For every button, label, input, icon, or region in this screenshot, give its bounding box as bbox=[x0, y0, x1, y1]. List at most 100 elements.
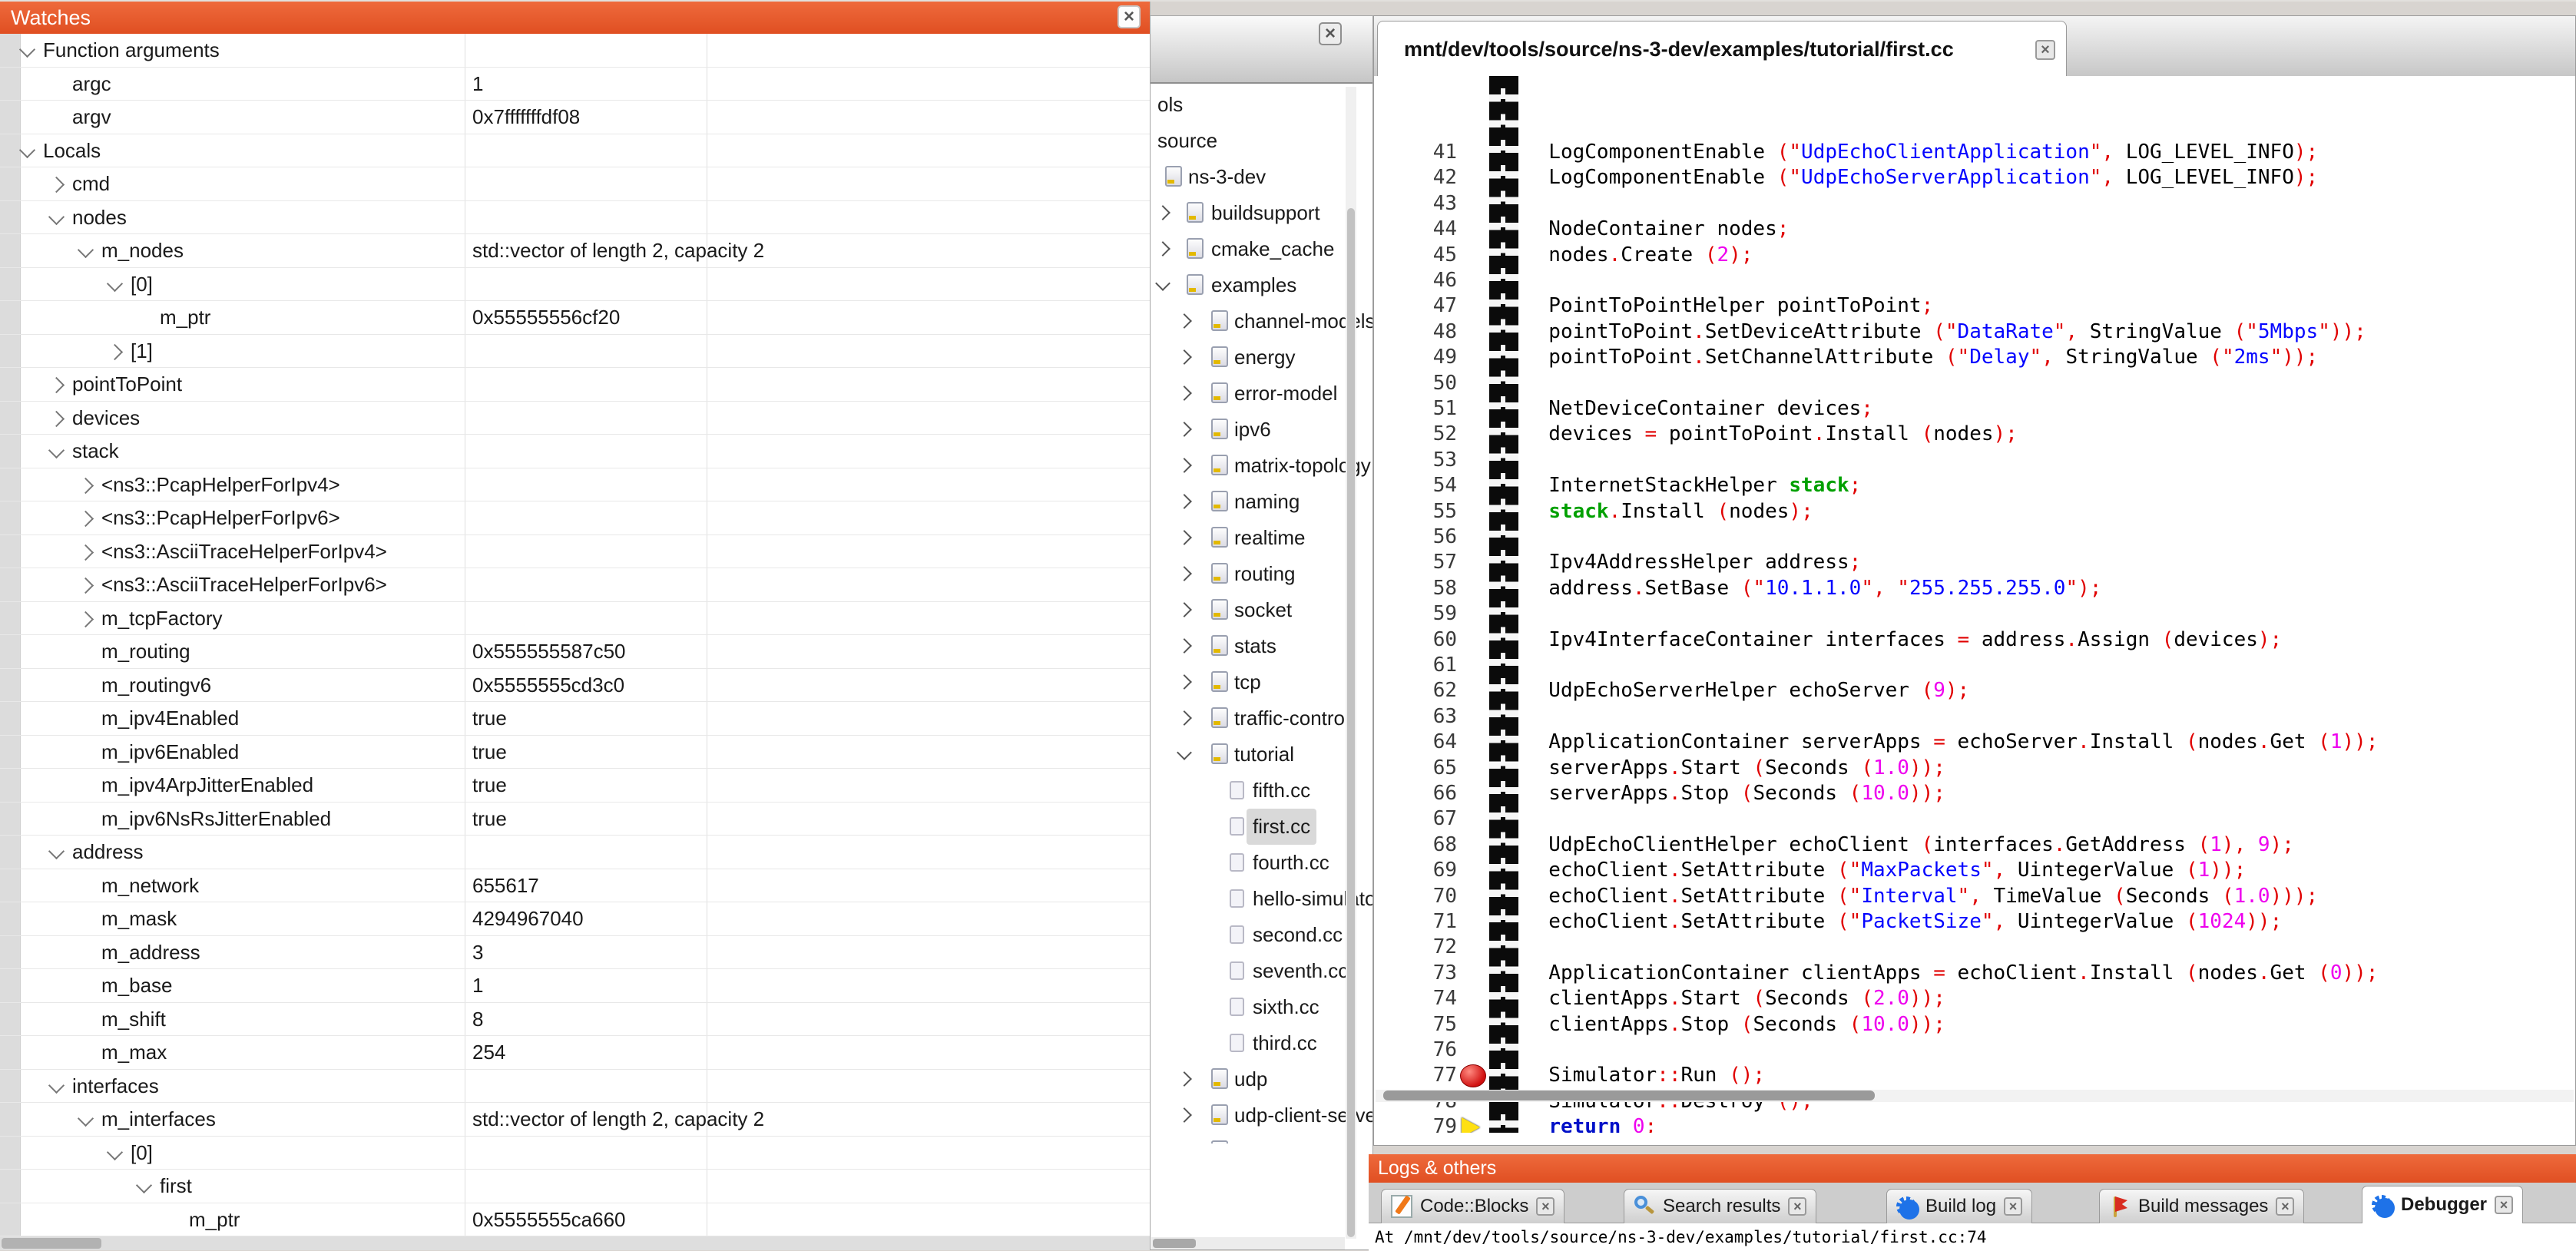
watch-row[interactable]: m_ptr0x55555556cf20 bbox=[0, 301, 1150, 335]
chevron-right-icon[interactable] bbox=[48, 177, 65, 193]
tree-item-sixth-cc[interactable]: sixth.cc bbox=[1151, 989, 1372, 1025]
code-line[interactable]: return 0; bbox=[1525, 1114, 1657, 1133]
tree-item-naming[interactable]: naming bbox=[1151, 484, 1372, 520]
watch-row[interactable]: m_ipv6NsRsJitterEnabledtrue bbox=[0, 803, 1150, 836]
chevron-right-icon[interactable] bbox=[107, 343, 123, 359]
chevron-right-icon[interactable] bbox=[1155, 205, 1170, 220]
chevron-down-icon[interactable] bbox=[1155, 276, 1170, 291]
tree-item-udp[interactable]: udp bbox=[1151, 1061, 1372, 1097]
editor-tab-first-cc[interactable]: mnt/dev/tools/source/ns-3-dev/examples/t… bbox=[1377, 21, 2067, 77]
chevron-down-icon[interactable] bbox=[78, 1110, 94, 1127]
watch-row[interactable]: devices bbox=[0, 402, 1150, 435]
watch-row[interactable]: stack bbox=[0, 435, 1150, 468]
code-line[interactable]: UdpEchoServerHelper echoServer (9); bbox=[1525, 678, 1969, 703]
tree-item-seventh-cc[interactable]: seventh.cc bbox=[1151, 953, 1372, 989]
tree-item-ols[interactable]: ols bbox=[1151, 87, 1372, 123]
tree-item-cmake-cache[interactable]: cmake_cache bbox=[1151, 231, 1372, 267]
watch-row[interactable]: m_ipv6Enabledtrue bbox=[0, 736, 1150, 769]
logs-tab-code-blocks[interactable]: Code::Blocks× bbox=[1381, 1189, 1564, 1223]
scrollbar-thumb[interactable] bbox=[1383, 1090, 1875, 1100]
chevron-right-icon[interactable] bbox=[1177, 710, 1192, 726]
breakpoint-icon[interactable] bbox=[1460, 1064, 1486, 1087]
watch-row[interactable]: m_nodesstd::vector of length 2, capacity… bbox=[0, 234, 1150, 268]
code-line[interactable]: clientApps.Start (Seconds (2.0)); bbox=[1525, 986, 1945, 1011]
logs-tab-build-messages[interactable]: Build messages× bbox=[2099, 1189, 2304, 1223]
code-line[interactable]: InternetStackHelper stack; bbox=[1525, 473, 1861, 498]
close-icon[interactable]: × bbox=[1536, 1197, 1555, 1216]
code-line[interactable]: serverApps.Stop (Seconds (10.0)); bbox=[1525, 781, 1945, 806]
code-line[interactable]: echoClient.SetAttribute ("PacketSize", U… bbox=[1525, 909, 2282, 935]
watch-row[interactable]: nodes bbox=[0, 201, 1150, 235]
code-line[interactable]: stack.Install (nodes); bbox=[1525, 499, 1813, 525]
watch-row[interactable]: Locals bbox=[0, 134, 1150, 168]
watch-row[interactable]: <ns3::PcapHelperForIpv4> bbox=[0, 468, 1150, 502]
watch-row[interactable]: cmd bbox=[0, 167, 1150, 201]
code-line[interactable]: NodeContainer nodes; bbox=[1525, 217, 1789, 242]
watch-row[interactable]: address bbox=[0, 836, 1150, 869]
tree-item-first-cc[interactable]: first.cc bbox=[1151, 809, 1372, 845]
close-icon[interactable]: × bbox=[2004, 1197, 2022, 1216]
code-line[interactable]: LogComponentEnable ("UdpEchoClientApplic… bbox=[1525, 140, 2318, 165]
chevron-right-icon[interactable] bbox=[78, 544, 94, 560]
chevron-down-icon[interactable] bbox=[78, 242, 94, 258]
code-line[interactable]: nodes.Create (2); bbox=[1525, 243, 1753, 268]
tree-item-socket[interactable]: socket bbox=[1151, 592, 1372, 628]
tree-item-tcp[interactable]: tcp bbox=[1151, 664, 1372, 700]
code-line[interactable]: LogComponentEnable ("UdpEchoServerApplic… bbox=[1525, 165, 2318, 190]
chevron-right-icon[interactable] bbox=[78, 477, 94, 493]
chevron-right-icon[interactable] bbox=[1177, 530, 1192, 545]
chevron-down-icon[interactable] bbox=[107, 1143, 123, 1160]
logs-tab-search-results[interactable]: Search results× bbox=[1624, 1189, 1816, 1223]
chevron-down-icon[interactable] bbox=[48, 1077, 65, 1093]
watches-horizontal-scrollbar[interactable] bbox=[0, 1236, 1150, 1250]
chevron-right-icon[interactable] bbox=[1177, 349, 1192, 365]
watch-row[interactable]: m_base1 bbox=[0, 969, 1150, 1003]
scrollbar-thumb[interactable] bbox=[2, 1238, 101, 1249]
logs-tab-build-log[interactable]: Build log× bbox=[1886, 1189, 2032, 1223]
logs-tab-debugger[interactable]: Debugger× bbox=[2362, 1186, 2523, 1223]
watch-row[interactable]: argv0x7fffffffdf08 bbox=[0, 101, 1150, 134]
code-line[interactable]: PointToPointHelper pointToPoint; bbox=[1525, 293, 1933, 319]
watch-row[interactable]: m_max254 bbox=[0, 1036, 1150, 1070]
watch-row[interactable]: m_mask4294967040 bbox=[0, 902, 1150, 936]
watch-row[interactable]: first bbox=[0, 1170, 1150, 1203]
tree-item-wireless[interactable]: wireless bbox=[1151, 1134, 1372, 1143]
watch-row[interactable]: m_network655617 bbox=[0, 869, 1150, 903]
chevron-down-icon[interactable] bbox=[48, 208, 65, 224]
watch-row[interactable]: m_tcpFactory bbox=[0, 602, 1150, 636]
chevron-right-icon[interactable] bbox=[1177, 602, 1192, 617]
code-line[interactable]: UdpEchoClientHelper echoClient (interfac… bbox=[1525, 832, 2294, 858]
code-line[interactable]: pointToPoint.SetChannelAttribute ("Delay… bbox=[1525, 345, 2318, 370]
tree-item-traffic-control[interactable]: traffic-control bbox=[1151, 700, 1372, 736]
tree-item-third-cc[interactable]: third.cc bbox=[1151, 1025, 1372, 1061]
chevron-down-icon[interactable] bbox=[19, 41, 35, 58]
chevron-down-icon[interactable] bbox=[136, 1177, 152, 1193]
tree-item-udp-client-server[interactable]: udp-client-server bbox=[1151, 1097, 1372, 1134]
chevron-right-icon[interactable] bbox=[1177, 386, 1192, 401]
close-icon[interactable]: × bbox=[1788, 1197, 1806, 1216]
code-line[interactable]: NetDeviceContainer devices; bbox=[1525, 396, 1873, 422]
code-line[interactable]: ApplicationContainer clientApps = echoCl… bbox=[1525, 961, 2378, 986]
watch-row[interactable]: <ns3::AsciiTraceHelperForIpv6> bbox=[0, 568, 1150, 602]
chevron-right-icon[interactable] bbox=[1177, 313, 1192, 329]
chevron-right-icon[interactable] bbox=[1177, 566, 1192, 581]
code-line[interactable]: Ipv4InterfaceContainer interfaces = addr… bbox=[1525, 627, 2282, 653]
watch-row[interactable]: [0] bbox=[0, 1137, 1150, 1170]
chevron-down-icon[interactable] bbox=[19, 141, 35, 157]
code-line[interactable]: Simulator::Run (); bbox=[1525, 1063, 1765, 1088]
chevron-right-icon[interactable] bbox=[1177, 494, 1192, 509]
watch-row[interactable]: m_interfacesstd::vector of length 2, cap… bbox=[0, 1103, 1150, 1137]
tree-item-ipv6[interactable]: ipv6 bbox=[1151, 412, 1372, 448]
watch-row[interactable]: [0] bbox=[0, 268, 1150, 302]
watch-row[interactable]: m_routing0x555555587c50 bbox=[0, 635, 1150, 669]
watches-title-bar[interactable]: Watches bbox=[0, 2, 1150, 34]
watch-row[interactable]: m_address3 bbox=[0, 936, 1150, 970]
chevron-down-icon[interactable] bbox=[107, 275, 123, 291]
watch-row[interactable]: m_shift8 bbox=[0, 1003, 1150, 1037]
code-line[interactable]: clientApps.Stop (Seconds (10.0)); bbox=[1525, 1012, 1945, 1038]
tree-item-hello-simulator-cc[interactable]: hello-simulator.cc bbox=[1151, 881, 1372, 917]
close-icon[interactable]: × bbox=[2495, 1196, 2513, 1214]
watch-row[interactable]: <ns3::AsciiTraceHelperForIpv4> bbox=[0, 535, 1150, 569]
close-icon[interactable]: × bbox=[1117, 5, 1141, 28]
tree-item-matrix-topology[interactable]: matrix-topology bbox=[1151, 448, 1372, 484]
